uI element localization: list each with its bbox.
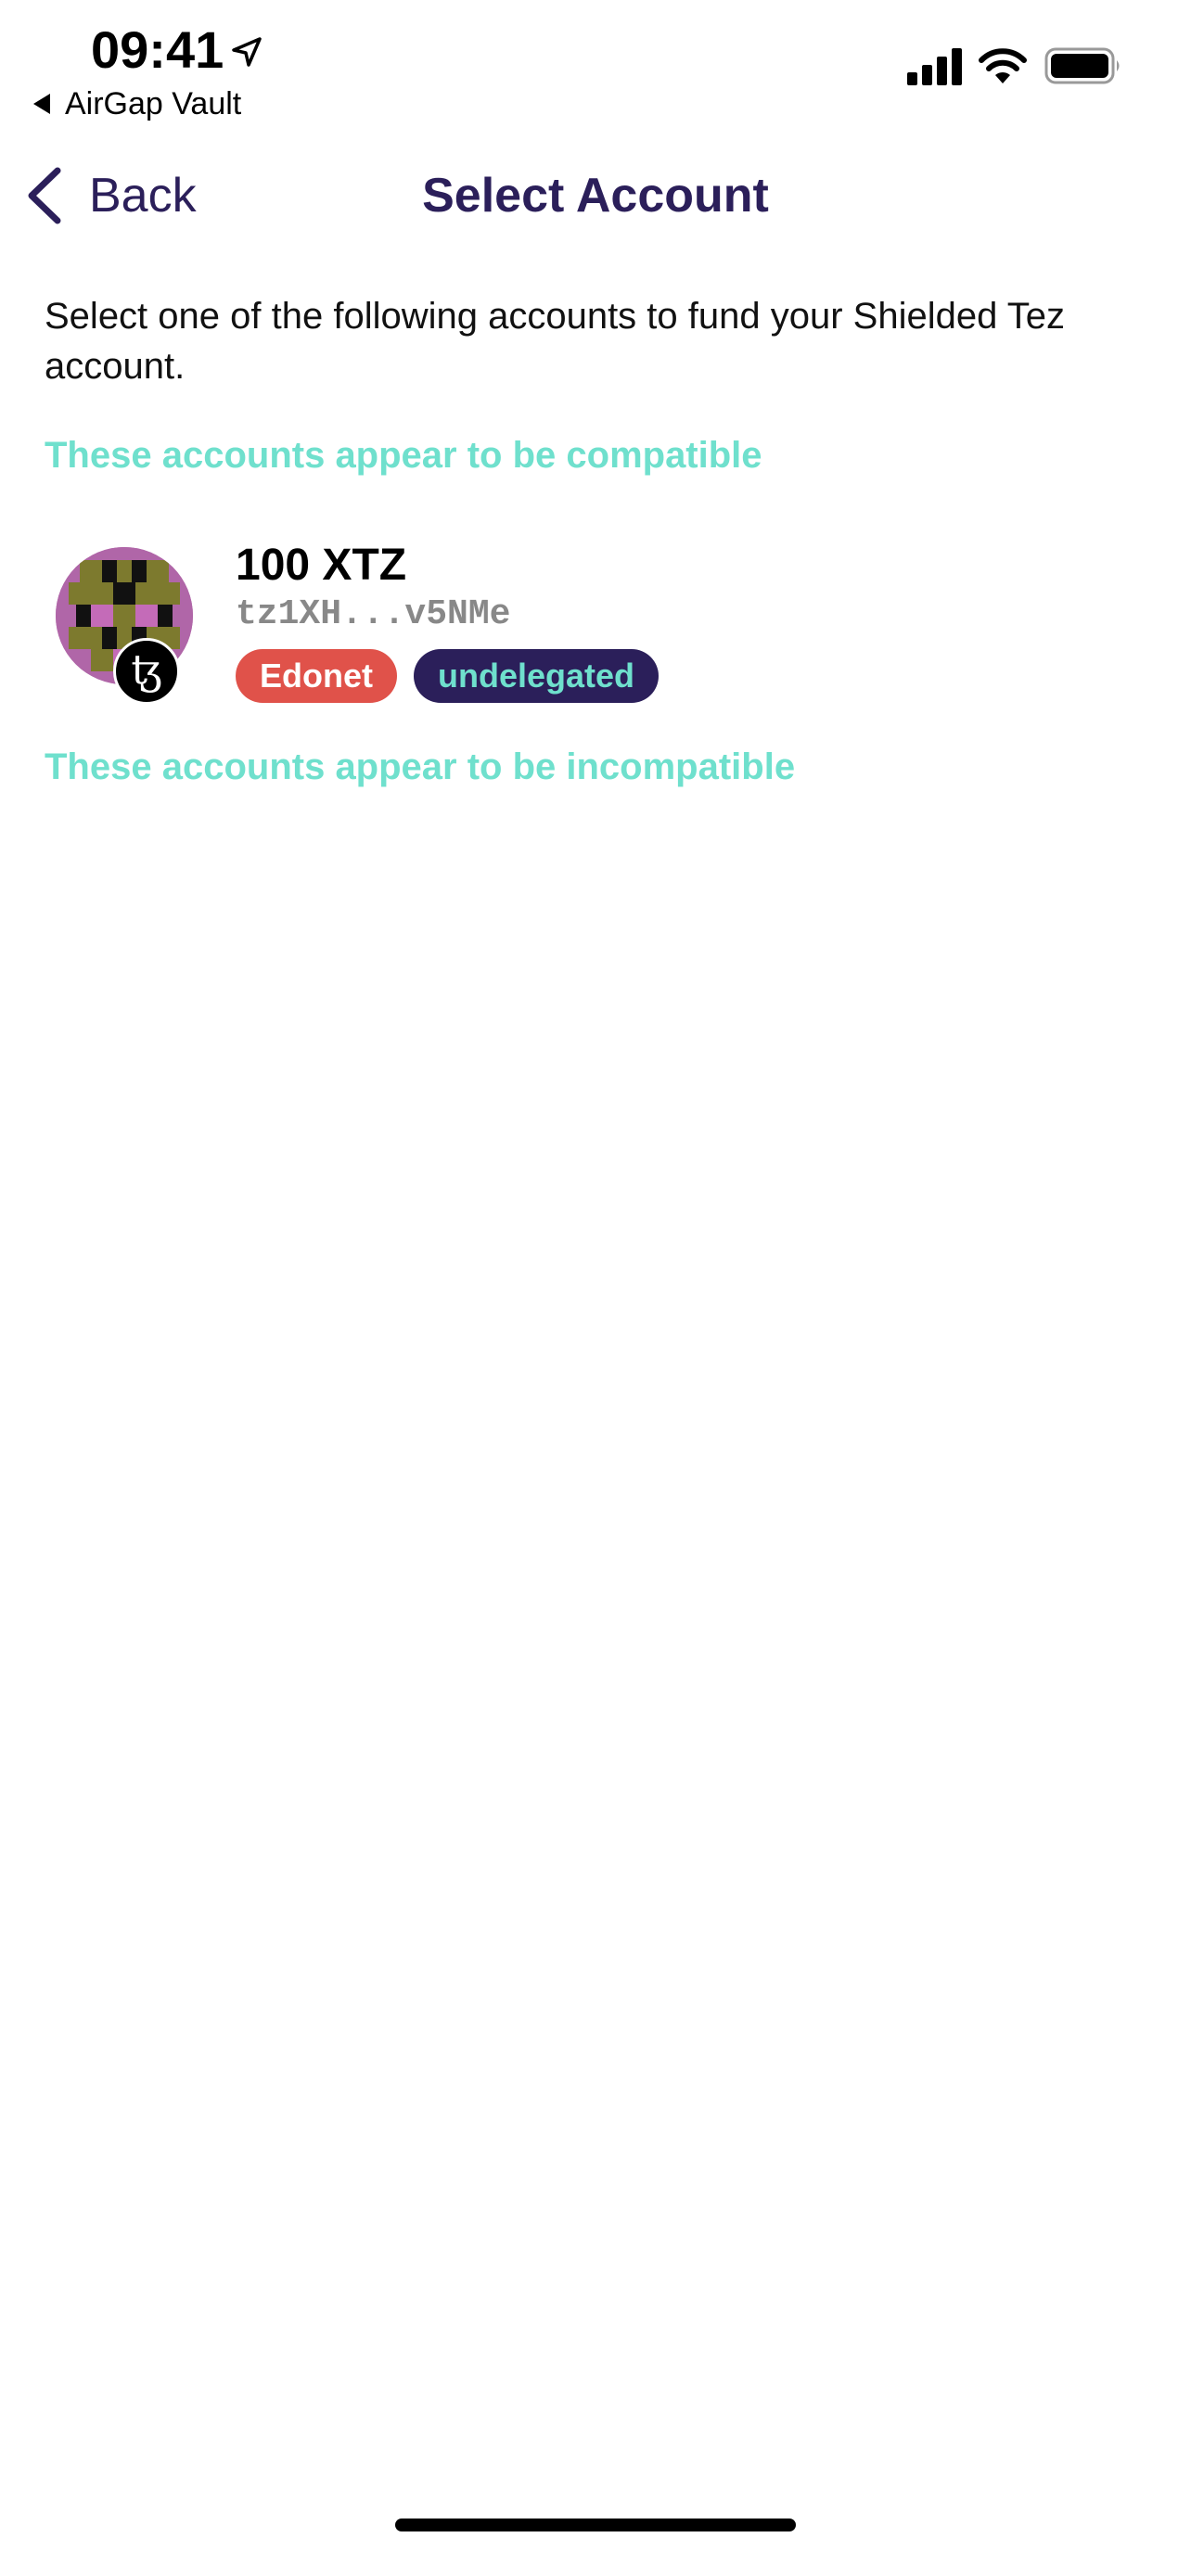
account-balance: 100 XTZ: [236, 541, 407, 590]
status-time: 09:41: [91, 20, 224, 79]
back-app-label: AirGap Vault: [65, 85, 242, 121]
intro-text: Select one of the following accounts to …: [45, 296, 1065, 387]
account-address: tz1XH...v5NMe: [236, 594, 511, 634]
wifi-icon: [979, 48, 1027, 83]
back-triangle-icon: [33, 94, 50, 114]
battery-icon: [1044, 47, 1120, 84]
network-badge: Edonet: [236, 649, 397, 703]
incompatible-section-label: These accounts appear to be incompatible: [45, 746, 796, 787]
compatible-section-label: These accounts appear to be compatible: [45, 435, 762, 476]
delegation-status-badge: undelegated: [414, 649, 660, 703]
account-list-item[interactable]: ꜩ 100 XTZ tz1XH...v5NMe Edonet undelegat…: [45, 525, 1148, 710]
cellular-signal-icon: [907, 48, 962, 85]
back-to-app-link[interactable]: AirGap Vault: [33, 83, 241, 124]
home-indicator[interactable]: [395, 2519, 796, 2531]
location-arrow-icon: [232, 37, 262, 67]
tezos-icon: ꜩ: [113, 638, 180, 705]
page-title: Select Account: [422, 169, 769, 223]
account-badges: Edonet undelegated: [236, 649, 660, 703]
